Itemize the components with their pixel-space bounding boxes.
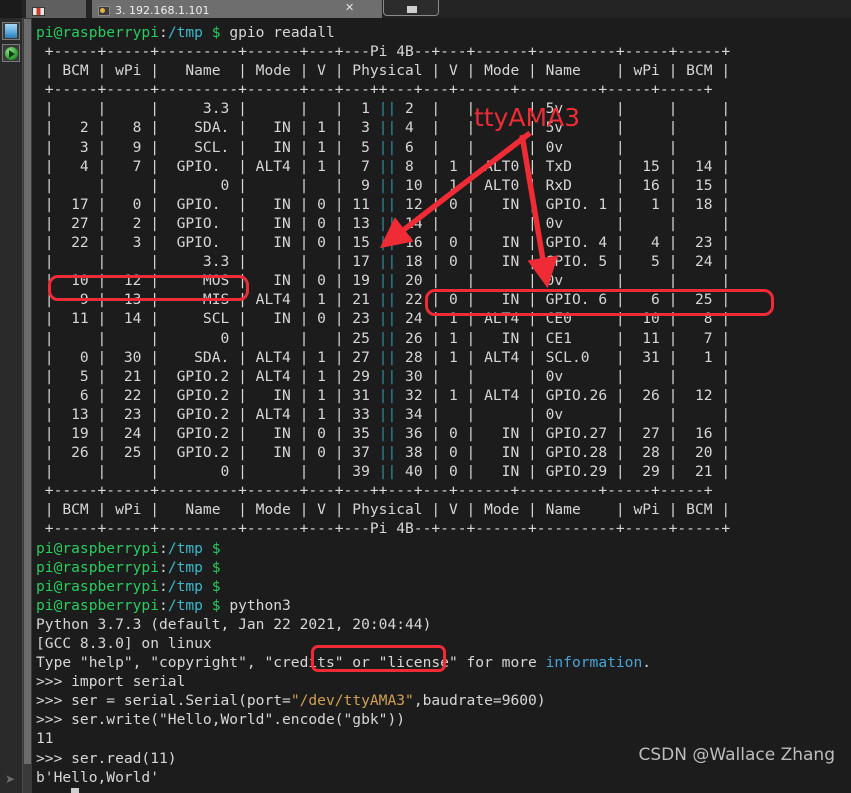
scrollbar-thumb[interactable] (24, 19, 31, 764)
watermark: CSDN @Wallace Zhang (638, 745, 836, 765)
terminal-scrollbar[interactable] (23, 18, 32, 793)
left-icon-rail: ➤ (0, 18, 23, 793)
new-tab-button[interactable] (383, 0, 439, 16)
tab-label: 3. 192.168.1.101 (115, 4, 210, 17)
tab-strip-gutter (0, 0, 22, 18)
terminal-frame: pi@raspberrypi:/tmp $ gpio readall +----… (23, 18, 851, 793)
close-icon[interactable]: ✕ (345, 2, 354, 13)
tab-0[interactable] (26, 0, 86, 18)
sidebar-item-quick-connect[interactable] (2, 44, 20, 62)
terminal-output-area[interactable]: pi@raspberrypi:/tmp $ gpio readall +----… (32, 18, 851, 793)
expand-sidebar-icon[interactable]: ➤ (5, 773, 15, 785)
sessions-icon (5, 24, 17, 38)
tab-session-192-168-1-101[interactable]: 3. 192.168.1.101 (92, 0, 382, 18)
terminal-window: 3. 192.168.1.101 ✕ ➤ pi@raspberrypi:/tmp… (0, 0, 851, 793)
quick-connect-icon (5, 47, 18, 60)
tab-strip: 3. 192.168.1.101 ✕ (0, 0, 851, 18)
terminal-text: pi@raspberrypi:/tmp $ gpio readall +----… (36, 23, 851, 793)
sidebar-item-sessions[interactable] (2, 22, 20, 40)
flag-icon (32, 7, 45, 16)
session-icon (98, 6, 110, 16)
